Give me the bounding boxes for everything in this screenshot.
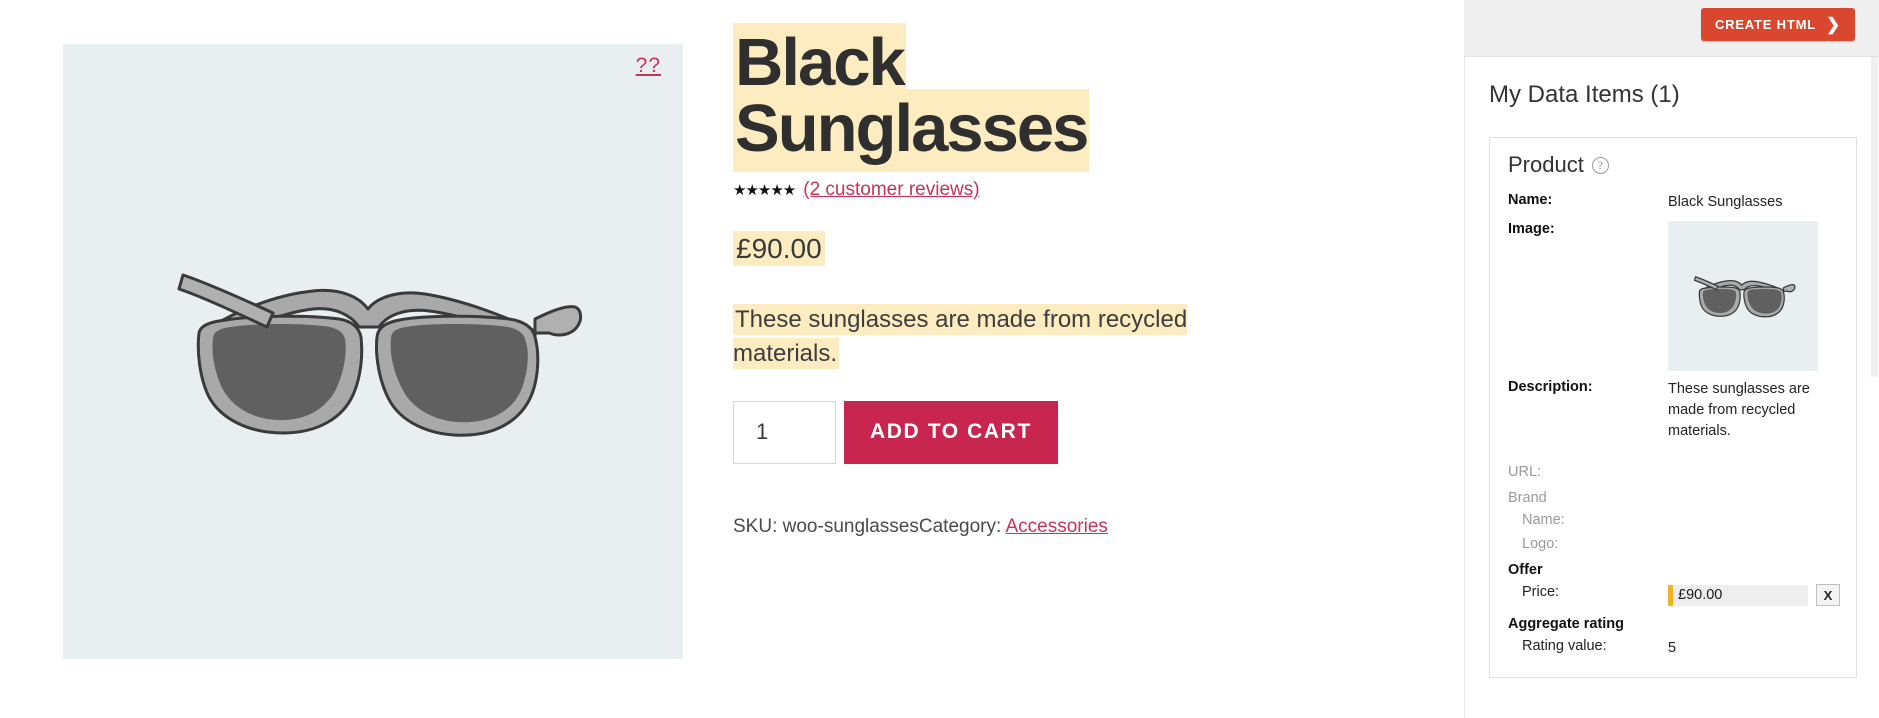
customer-reviews-link[interactable]: (2 customer reviews) (803, 179, 979, 201)
product-title-line-2: Sunglasses (733, 88, 1089, 172)
card-title: Product (1508, 152, 1584, 177)
zoom-placeholder-link[interactable]: ?? (636, 54, 661, 78)
category-label: Category: (918, 515, 1002, 537)
sku-value: woo-sunglasses (782, 515, 919, 537)
group-offer: Offer (1508, 562, 1543, 579)
product-gallery[interactable]: ?? (63, 44, 683, 659)
product-price: £90.00 (733, 231, 1293, 267)
field-rating-value-value[interactable]: 5 (1668, 638, 1840, 659)
help-icon[interactable]: ? (1591, 156, 1609, 174)
field-brand-logo-label: Logo: (1522, 536, 1559, 553)
rating-row: ★★★★★ (2 customer reviews) (733, 179, 1293, 201)
extension-scrollbar-thumb[interactable] (1871, 57, 1878, 377)
card-title-row: Product ? (1508, 152, 1840, 178)
group-aggregate-rating: Aggregate rating (1508, 616, 1625, 633)
field-description: Description: These sunglasses are made f… (1508, 379, 1840, 442)
create-html-button[interactable]: CREATE HTML ❯ (1700, 8, 1855, 41)
short-description-text: These sunglasses are made from recycled … (733, 304, 1188, 369)
sunglasses-icon (163, 257, 583, 447)
price-value: £90.00 (733, 231, 825, 267)
screen: ?? Black Sunglasses ★★★★★ (2 customer re… (0, 0, 1879, 718)
field-rating-value-label: Rating value: (1522, 638, 1607, 655)
product-data-card: Product ? Name: Black Sunglasses Image: (1489, 137, 1857, 679)
star-rating-icon: ★★★★★ (733, 181, 796, 199)
field-description-label: Description: (1508, 379, 1593, 396)
product-summary: Black Sunglasses ★★★★★ (2 customer revie… (733, 23, 1293, 538)
sku-label: SKU: (733, 515, 778, 537)
field-url-label: URL: (1508, 464, 1542, 481)
add-to-cart-form: ADD TO CART (733, 400, 1293, 464)
field-rating-value: Rating value: 5 (1508, 638, 1840, 659)
product-thumbnail[interactable] (1668, 221, 1818, 372)
clear-price-button[interactable]: X (1816, 584, 1840, 607)
product-short-description: These sunglasses are made from recycled … (733, 303, 1293, 370)
field-url: URL: (1508, 464, 1840, 480)
quantity-input[interactable] (733, 400, 836, 464)
extension-toolbar: CREATE HTML ❯ (1464, 0, 1879, 57)
group-brand: Brand (1508, 490, 1547, 507)
field-description-value[interactable]: These sunglasses are made from recycled … (1668, 379, 1840, 442)
sunglasses-thumb-icon (1693, 276, 1796, 318)
extension-panel: My Data Items (1) Product ? Name: Black … (1464, 57, 1879, 718)
data-items-heading: My Data Items (1) (1489, 81, 1680, 108)
field-name-value[interactable]: Black Sunglasses (1668, 192, 1840, 213)
extension-scrollbar[interactable] (1870, 57, 1879, 718)
add-to-cart-button[interactable]: ADD TO CART (844, 400, 1058, 464)
field-image: Image: (1508, 221, 1840, 372)
page-title: Black Sunglasses (733, 23, 1293, 172)
field-price-label: Price: (1522, 584, 1560, 601)
field-brand-name: Name: (1508, 512, 1840, 528)
field-name-label: Name: (1508, 192, 1553, 208)
chevron-right-icon: ❯ (1825, 15, 1841, 34)
category-link[interactable]: Accessories (1006, 516, 1108, 537)
field-brand-name-label: Name: (1522, 512, 1565, 529)
product-page: ?? Black Sunglasses ★★★★★ (2 customer re… (0, 0, 1444, 718)
field-price: Price: £90.00 X (1508, 584, 1840, 607)
field-name: Name: Black Sunglasses (1508, 192, 1840, 213)
create-html-label: CREATE HTML (1714, 17, 1816, 32)
product-meta: SKU: woo-sunglassesCategory: Accessories (733, 516, 1293, 538)
price-input[interactable]: £90.00 (1668, 584, 1808, 606)
field-image-label: Image: (1508, 221, 1555, 238)
field-brand-logo: Logo: (1508, 536, 1840, 552)
